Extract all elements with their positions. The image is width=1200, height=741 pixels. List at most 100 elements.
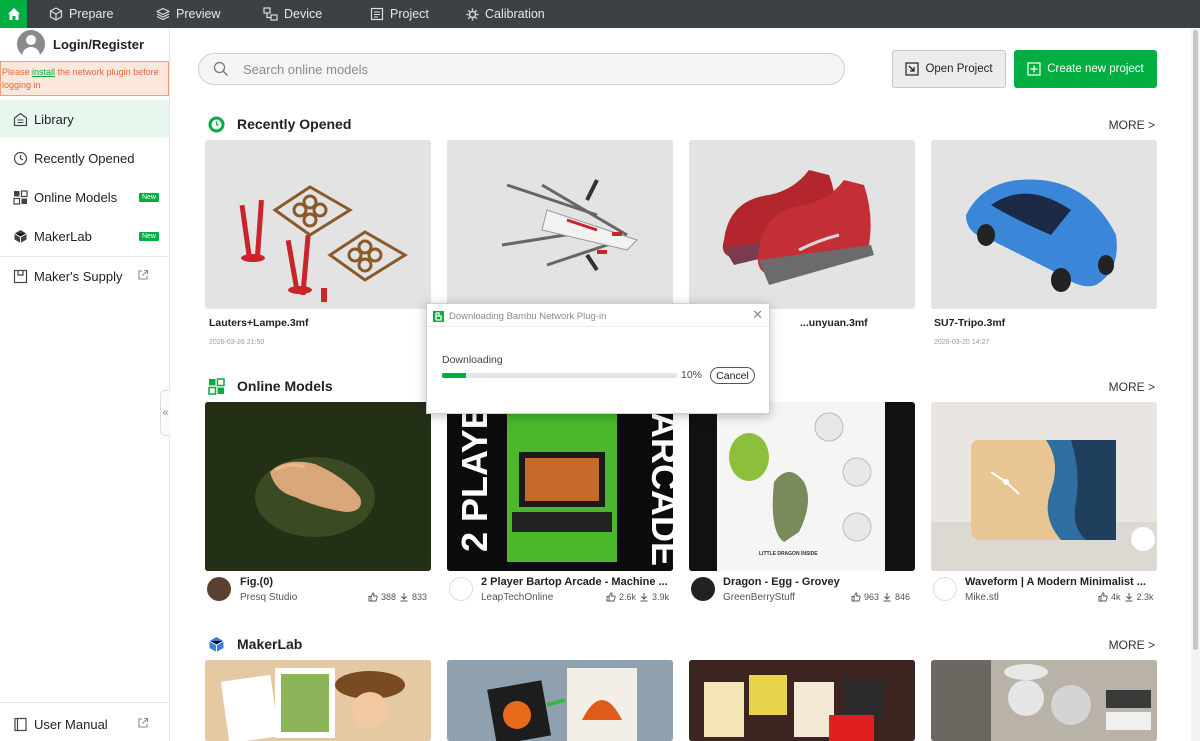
progress-fill — [442, 373, 466, 378]
dragon-image-caption: LITTLE DRAGON INSIDE — [759, 551, 818, 557]
cowboy-figure-image — [205, 660, 431, 741]
tab-label: Calibration — [485, 7, 545, 21]
plugin-warning: Please install the network plugin before… — [0, 61, 169, 96]
tab-calibration[interactable]: Calibration — [466, 0, 545, 28]
recent-card-date: 2026-03-20 14:27 — [934, 339, 990, 346]
more-recent-link[interactable]: MORE > — [1109, 118, 1155, 132]
cube-icon — [49, 7, 63, 21]
recent-card-thumbnail[interactable] — [447, 140, 673, 309]
recent-card-title: ...unyuan.3mf — [800, 317, 868, 329]
progress-bar — [442, 373, 677, 378]
model-stats: 963 846 — [851, 592, 910, 602]
sidebar-item-makers-supply[interactable]: Maker's Supply — [0, 257, 169, 295]
sidebar-item-online-models[interactable]: Online Models New — [0, 178, 169, 216]
sidebar-item-label: Online Models — [34, 189, 118, 205]
more-online-models-link[interactable]: MORE > — [1109, 380, 1155, 394]
divider — [0, 702, 169, 703]
tab-device[interactable]: Device — [263, 0, 322, 28]
online-card-thumbnail[interactable] — [205, 402, 431, 571]
section-title-online-models: Online Models — [208, 376, 333, 396]
collapse-sidebar-button[interactable]: « — [160, 390, 170, 436]
clock-icon — [12, 150, 28, 166]
sidebar: Login/Register Please install the networ… — [0, 28, 170, 741]
tab-prepare[interactable]: Prepare — [49, 0, 113, 28]
grid-icon — [208, 377, 225, 395]
like-icon — [606, 592, 616, 602]
makerlab-card-thumbnail[interactable] — [689, 660, 915, 741]
like-count: 2.6k — [619, 592, 637, 602]
layers-icon — [156, 7, 170, 21]
recent-card-thumbnail[interactable] — [931, 140, 1157, 309]
like-count: 388 — [381, 592, 397, 602]
recent-card-title: Lauters+Lampe.3mf — [209, 317, 309, 329]
sidebar-item-user-manual[interactable]: User Manual — [0, 705, 169, 741]
tab-project[interactable]: Project — [370, 0, 429, 28]
cancel-button[interactable]: Cancel — [710, 367, 755, 384]
recent-card-thumbnail[interactable] — [205, 140, 431, 309]
external-link-icon — [137, 269, 149, 284]
sneakers-model-image — [722, 170, 874, 285]
online-card-thumbnail[interactable] — [931, 402, 1157, 571]
section-title-text: MakerLab — [237, 636, 303, 652]
download-count: 2.3k — [1136, 592, 1154, 602]
dragon-egg-model-image: LITTLE DRAGON INSIDE — [689, 402, 915, 571]
like-icon — [368, 592, 378, 602]
section-title-makerlab: MakerLab — [208, 634, 302, 654]
author-avatar[interactable] — [449, 577, 473, 601]
author-avatar[interactable] — [933, 577, 957, 601]
xwing-model-image — [501, 179, 638, 272]
tab-preview[interactable]: Preview — [156, 0, 220, 28]
scrollbar-thumb[interactable] — [1193, 30, 1198, 650]
open-project-icon — [905, 62, 920, 76]
search-input[interactable] — [243, 61, 803, 77]
login-register-button[interactable]: Login/Register — [17, 30, 144, 58]
model-title: Dragon - Egg - Grovey — [723, 576, 840, 588]
download-icon — [1125, 593, 1133, 602]
clog-model-image — [205, 402, 431, 571]
download-count: 833 — [412, 592, 428, 602]
arcade-image-text-left: 2 PLAYER — [454, 402, 495, 552]
close-icon[interactable]: ✕ — [752, 307, 763, 323]
lamp-model-image — [239, 185, 408, 302]
popart-bar-image — [689, 660, 915, 741]
install-link[interactable]: install — [32, 67, 55, 77]
library-icon — [12, 111, 28, 127]
clock-icon — [208, 116, 225, 132]
sidebar-item-makerlab[interactable]: MakerLab New — [0, 217, 169, 255]
download-status: Downloading — [442, 354, 503, 366]
like-count: 963 — [864, 592, 880, 602]
more-makerlab-link[interactable]: MORE > — [1109, 638, 1155, 652]
makerlab-card-thumbnail[interactable] — [205, 660, 431, 741]
author-avatar[interactable] — [691, 577, 715, 601]
like-icon — [851, 592, 861, 602]
sidebar-item-recently-opened[interactable]: Recently Opened — [0, 139, 169, 177]
download-count: 846 — [895, 592, 911, 602]
login-label: Login/Register — [53, 36, 145, 52]
waveform-clock-model-image — [931, 402, 1157, 571]
makerlab-card-thumbnail[interactable] — [931, 660, 1157, 741]
download-count: 3.9k — [652, 592, 670, 602]
download-icon — [400, 593, 408, 602]
like-count: 4k — [1111, 592, 1121, 602]
author-avatar[interactable] — [207, 577, 231, 601]
search-bar[interactable] — [198, 53, 845, 85]
sidebar-item-library[interactable]: Library — [0, 100, 169, 138]
dialog-title: Downloading Bambu Network Plug-in — [449, 310, 607, 322]
tab-label: Prepare — [69, 7, 114, 21]
online-card-thumbnail[interactable]: 2 PLAYER ARCADE — [447, 402, 673, 571]
manual-icon — [12, 716, 28, 732]
makerlab-card-thumbnail[interactable] — [447, 660, 673, 741]
bambu-logo-icon — [433, 310, 444, 322]
create-new-project-button[interactable]: Create new project — [1014, 50, 1157, 88]
open-project-label: Open Project — [925, 63, 993, 75]
top-toolbar: Prepare Preview Device Project Calibrati… — [0, 0, 1200, 28]
warning-text: Please — [2, 67, 33, 77]
recent-card-thumbnail[interactable] — [689, 140, 915, 309]
tab-label: Preview — [176, 7, 221, 21]
like-icon — [1098, 592, 1108, 602]
model-stats: 2.6k 3.9k — [606, 592, 669, 602]
online-card-thumbnail[interactable]: LITTLE DRAGON INSIDE — [689, 402, 915, 571]
open-project-button[interactable]: Open Project — [892, 50, 1006, 88]
calibration-icon — [466, 8, 479, 20]
home-button[interactable] — [0, 0, 27, 28]
